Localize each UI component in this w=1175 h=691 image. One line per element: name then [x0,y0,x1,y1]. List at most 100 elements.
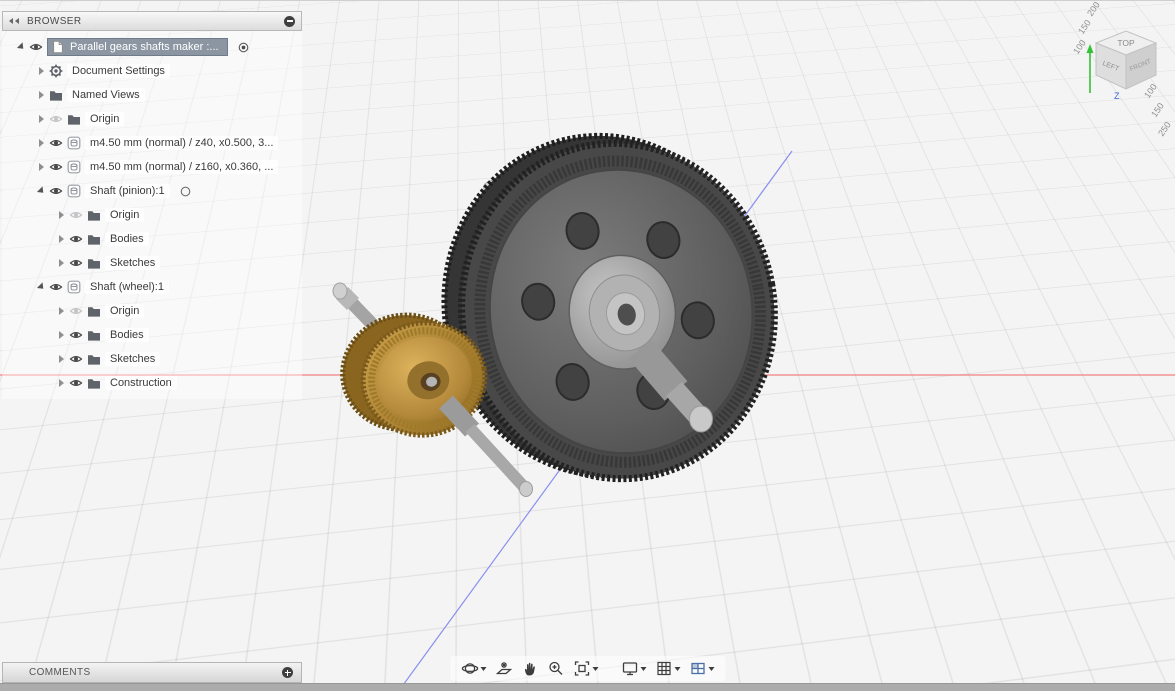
eye-hidden-icon[interactable] [69,208,83,222]
display-settings-button[interactable] [618,658,649,679]
bottom-edge-strip [0,683,1175,691]
comments-bar[interactable]: COMMENTS [2,662,302,683]
expand-arrow-icon[interactable] [34,91,49,99]
eye-visible-icon[interactable] [49,280,63,294]
folder-icon [88,211,100,221]
view-cube[interactable]: TOP LEFT FRONT Z [1083,17,1169,105]
browser-item-origin[interactable]: Origin [2,107,302,131]
expand-arrow-icon[interactable] [34,115,49,123]
expand-arrow-icon[interactable] [54,235,69,243]
component-icon [67,280,81,294]
browser-item-named-views[interactable]: Named Views [2,83,302,107]
component-icon [67,160,81,174]
eye-visible-icon[interactable] [69,352,83,366]
viewcube-top-label: TOP [1117,38,1135,48]
orbit-icon [461,663,478,674]
eye-hidden-icon[interactable] [69,304,83,318]
y-axis-arrowhead [1086,44,1094,53]
expand-arrow-icon[interactable] [54,211,69,219]
dropdown-caret-icon [592,666,598,671]
expand-arrow-icon[interactable] [34,67,49,75]
browser-item-label: Document Settings [67,64,170,78]
browser-item-label: Origin [105,304,145,318]
browser-item-wheel-bodies[interactable]: Bodies [2,323,302,347]
display-settings-icon [622,662,637,676]
browser-item-wheel-origin[interactable]: Origin [2,299,302,323]
browser-item-document-settings[interactable]: Document Settings [2,59,302,83]
expand-comments-icon[interactable] [282,667,293,678]
eye-visible-icon[interactable] [69,256,83,270]
browser-item-shaft-wheel[interactable]: Shaft (wheel):1 [2,275,302,299]
folder-icon [88,259,100,269]
gear-icon [49,64,63,78]
viewports-button[interactable] [686,658,717,679]
browser-item-gear-z40[interactable]: m4.50 mm (normal) / z40, x0.500, 3... [2,131,302,155]
browser-item-root-document[interactable]: Parallel gears shafts maker :... [2,35,302,59]
browser-item-label: m4.50 mm (normal) / z40, x0.500, 3... [85,136,279,150]
expand-arrow-icon[interactable] [54,355,69,363]
expand-arrow-icon[interactable] [54,307,69,315]
expand-arrow-icon[interactable] [54,331,69,339]
expand-arrow-icon[interactable] [54,259,69,267]
folder-icon [88,307,100,317]
browser-panel-header: BROWSER [2,11,302,31]
orbit-button[interactable] [458,658,489,679]
folder-icon [88,355,100,365]
dropdown-caret-icon [674,666,680,671]
eye-visible-icon[interactable] [49,160,63,174]
browser-tree: Parallel gears shafts maker :... Documen… [2,31,302,399]
eye-visible-icon[interactable] [69,232,83,246]
activate-radio-icon[interactable] [237,41,250,54]
browser-item-label: Sketches [105,352,161,366]
browser-item-label: Sketches [105,256,161,270]
eye-visible-icon[interactable] [49,184,63,198]
browser-item-gear-z160[interactable]: m4.50 mm (normal) / z160, x0.360, ... [2,155,302,179]
browser-item-label: Construction [105,376,177,390]
browser-item-pinion-sketches[interactable]: Sketches [2,251,302,275]
grid-icon [656,661,671,676]
browser-item-label: Bodies [105,328,149,342]
browser-item-label: Parallel gears shafts maker :... [70,41,219,53]
folder-icon [68,115,80,125]
collapse-panel-icon[interactable] [9,18,20,24]
browser-item-wheel-construction[interactable]: Construction [2,371,302,395]
dropdown-caret-icon [640,666,646,671]
component-icon [67,184,81,198]
eye-visible-icon[interactable] [69,328,83,342]
expand-arrow-icon[interactable] [54,379,69,387]
browser-item-pinion-origin[interactable]: Origin [2,203,302,227]
browser-item-label: Shaft (pinion):1 [85,184,170,198]
pan-button[interactable] [518,658,541,679]
zoom-magnifier-icon [548,661,562,675]
dropdown-caret-icon [480,666,486,671]
folder-icon [88,331,100,341]
document-icon [53,40,63,54]
grid-and-snaps-button[interactable] [652,658,683,679]
browser-title: BROWSER [27,15,82,27]
activate-radio-icon[interactable] [179,185,192,198]
expand-arrow-icon[interactable] [34,139,49,147]
browser-item-shaft-pinion[interactable]: Shaft (pinion):1 [2,179,302,203]
expand-arrow-icon[interactable] [34,163,49,171]
folder-icon [50,91,62,101]
zoom-button[interactable] [544,658,567,679]
navigation-toolbar [450,656,725,681]
eye-hidden-icon[interactable] [49,112,63,126]
pan-hand-icon [524,662,535,676]
expand-arrow-icon[interactable] [14,43,29,51]
expand-arrow-icon[interactable] [34,283,49,291]
fit-button[interactable] [570,658,601,679]
minimize-panel-icon[interactable] [284,15,295,27]
browser-item-label: Bodies [105,232,149,246]
expand-arrow-icon[interactable] [34,187,49,195]
browser-item-pinion-bodies[interactable]: Bodies [2,227,302,251]
eye-visible-icon[interactable] [49,136,63,150]
dropdown-caret-icon [708,666,714,671]
eye-visible-icon[interactable] [29,40,43,54]
browser-panel: BROWSER Parallel gears shafts maker :...… [2,11,302,399]
look-at-button[interactable] [492,658,515,679]
comments-title: COMMENTS [29,667,91,678]
browser-item-wheel-sketches[interactable]: Sketches [2,347,302,371]
component-icon [67,136,81,150]
eye-visible-icon[interactable] [69,376,83,390]
